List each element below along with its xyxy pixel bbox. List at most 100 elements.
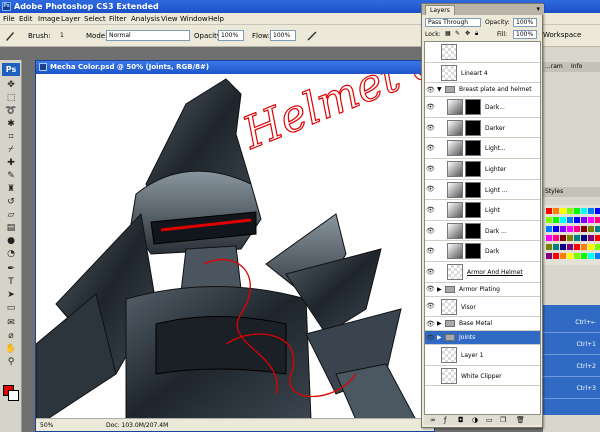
color-swatch[interactable] [560, 253, 566, 259]
color-swatch[interactable] [560, 217, 566, 223]
brush-tool-icon[interactable] [4, 30, 16, 42]
color-swatch[interactable] [567, 235, 573, 241]
layer-style-icon[interactable]: ƒ [444, 416, 446, 424]
color-swatch[interactable] [595, 235, 600, 241]
color-swatch[interactable] [553, 208, 559, 214]
layer-mask-thumbnail[interactable] [465, 202, 481, 219]
crop-tool-icon[interactable]: ⌗ [4, 132, 18, 143]
color-swatch[interactable] [595, 253, 600, 259]
type-tool-icon[interactable]: T [4, 277, 18, 288]
layer-row[interactable]: 👁︎ Light [425, 200, 540, 221]
layer-row[interactable]: 👁︎ Dark ... [425, 220, 540, 242]
color-swatch[interactable] [560, 226, 566, 232]
layer-group-row[interactable]: 👁︎ ▶ Armor Plating [425, 282, 540, 297]
layer-row[interactable]: 👁︎ Lighter [425, 159, 540, 180]
dodge-tool-icon[interactable]: ◔ [4, 249, 18, 260]
path-select-icon[interactable]: ➤ [4, 290, 18, 301]
visibility-eye-icon[interactable]: 👁︎ [426, 124, 435, 133]
link-layers-icon[interactable]: ∞ [430, 416, 436, 424]
layer-mask-thumbnail[interactable] [465, 161, 481, 177]
color-swatch[interactable] [581, 226, 587, 232]
notes-tool-icon[interactable]: ✉ [4, 318, 18, 329]
visibility-eye-icon[interactable]: 👁︎ [426, 185, 435, 194]
new-layer-icon[interactable]: ❐ [500, 416, 506, 424]
color-swatch[interactable] [567, 244, 573, 250]
color-swatch[interactable] [567, 217, 573, 223]
blur-tool-icon[interactable]: ● [4, 236, 18, 247]
visibility-eye-icon[interactable]: 👁︎ [426, 247, 435, 256]
marquee-tool-icon[interactable]: ⬚ [4, 93, 18, 104]
color-swatch[interactable] [546, 226, 552, 232]
slice-tool-icon[interactable]: ⌿ [4, 145, 18, 156]
dock-tab-histogram[interactable]: ...ram [545, 63, 563, 70]
color-swatch[interactable] [581, 217, 587, 223]
expand-toggle-icon[interactable]: ▶ [437, 286, 442, 293]
visibility-eye-icon[interactable]: 👁︎ [426, 268, 435, 277]
dock-tab-info[interactable]: Info [571, 63, 582, 70]
color-swatch[interactable] [574, 217, 580, 223]
shape-tool-icon[interactable]: ▭ [4, 303, 18, 314]
menu-view[interactable]: View [161, 15, 178, 23]
visibility-eye-icon[interactable]: 👁︎ [426, 144, 435, 153]
visibility-eye-icon[interactable]: 👁︎ [426, 320, 435, 329]
color-swatch[interactable] [588, 244, 594, 250]
layer-row[interactable]: 👁︎ Light... [425, 138, 540, 159]
new-group-icon[interactable]: ▭ [486, 416, 493, 424]
blend-mode-select[interactable]: Pass Through [425, 18, 481, 27]
layer-row[interactable] [425, 42, 540, 63]
color-swatch[interactable] [546, 217, 552, 223]
color-swatch[interactable] [574, 253, 580, 259]
expand-toggle-icon[interactable]: ▶ [437, 320, 442, 327]
menu-window[interactable]: Window [180, 15, 208, 23]
healing-brush-icon[interactable]: ✚ [4, 158, 18, 169]
layer-mask-thumbnail[interactable] [465, 99, 481, 116]
color-swatch[interactable] [574, 226, 580, 232]
move-tool-icon[interactable]: ✥ [4, 80, 18, 91]
visibility-eye-icon[interactable]: 👁︎ [426, 285, 435, 294]
magic-wand-icon[interactable]: ✱ [4, 119, 18, 130]
visibility-eye-icon[interactable]: 👁︎ [426, 302, 435, 311]
visibility-eye-icon[interactable]: 👁︎ [426, 86, 435, 95]
color-swatch[interactable] [567, 226, 573, 232]
expand-toggle-icon[interactable]: ▶ [437, 334, 442, 341]
layer-mask-thumbnail[interactable] [465, 181, 481, 198]
color-swatch[interactable] [553, 217, 559, 223]
layer-row[interactable]: Layer 1 [425, 345, 540, 366]
color-swatch[interactable] [588, 217, 594, 223]
menu-edit[interactable]: Edit [19, 15, 33, 23]
clone-stamp-icon[interactable]: ♜ [4, 184, 18, 195]
action-row[interactable]: Ctrl+3 [543, 379, 600, 399]
menu-analysis[interactable]: Analysis [131, 15, 160, 23]
action-row[interactable]: Ctrl+1 [543, 335, 600, 355]
menu-layer[interactable]: Layer [61, 15, 81, 23]
adjustment-layer-icon[interactable]: ◑ [472, 416, 478, 424]
color-swatch[interactable] [567, 208, 573, 214]
document-canvas[interactable]: Helmet & Breast Plate Shading [36, 74, 434, 420]
color-swatch[interactable] [553, 244, 559, 250]
lock-transparency-icon[interactable]: ▦ [445, 30, 451, 37]
lock-all-icon[interactable]: 🔒︎ [475, 30, 478, 38]
menu-select[interactable]: Select [84, 15, 106, 23]
color-swatch[interactable] [595, 217, 600, 223]
color-swatch[interactable] [553, 226, 559, 232]
action-row[interactable]: Ctrl+← [543, 313, 600, 333]
layer-row[interactable]: 👁︎ Darker [425, 117, 540, 139]
color-swatch[interactable] [560, 208, 566, 214]
visibility-eye-icon[interactable]: 👁︎ [426, 227, 435, 236]
doc-size[interactable]: Doc: 103.0M/207.4M [106, 422, 168, 429]
layer-row[interactable]: Lineart 4 [425, 62, 540, 84]
color-swatch[interactable] [546, 253, 552, 259]
panel-menu-icon[interactable]: ▾ [536, 5, 540, 13]
lock-position-icon[interactable]: ✥ [465, 30, 470, 37]
expand-toggle-icon[interactable]: ▼ [437, 86, 442, 93]
delete-layer-icon[interactable]: 🗑︎ [516, 416, 525, 424]
pen-tool-icon[interactable]: ✒ [4, 264, 18, 275]
color-swatch[interactable] [588, 253, 594, 259]
layer-mask-thumbnail[interactable] [465, 222, 481, 239]
color-swatch[interactable] [574, 235, 580, 241]
color-swatch[interactable] [560, 244, 566, 250]
action-row[interactable]: Ctrl+2 [543, 357, 600, 377]
visibility-eye-icon[interactable]: 👁︎ [426, 206, 435, 215]
color-swatch[interactable] [588, 226, 594, 232]
layer-group-row[interactable]: 👁︎ ▼ Breast plate and helmet [425, 83, 540, 98]
